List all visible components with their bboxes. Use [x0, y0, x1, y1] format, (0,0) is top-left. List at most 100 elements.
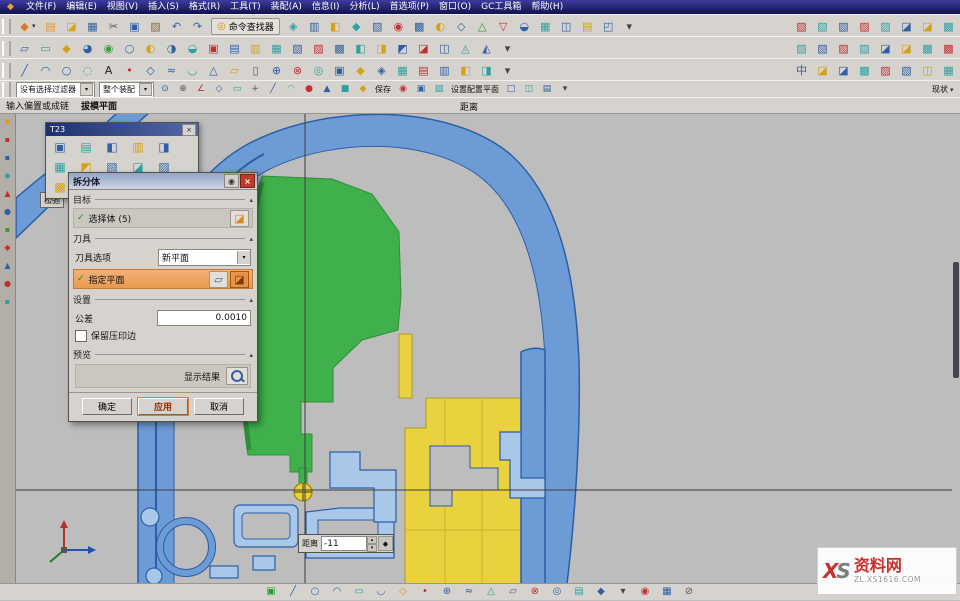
toolbar-icon[interactable]: ◪ [61, 16, 82, 36]
toolbar-icon[interactable]: ▧ [791, 38, 812, 58]
resource-bar-icon[interactable]: ◆ [1, 241, 15, 255]
toolbar-icon[interactable]: ○ [56, 60, 77, 80]
toolbar-icon[interactable]: ▥ [304, 16, 325, 36]
toolbar-icon[interactable]: ◎ [308, 60, 329, 80]
toolbar-icon[interactable]: ▦ [392, 60, 413, 80]
section-collapse-icon[interactable]: ▴ [249, 296, 253, 304]
cancel-button[interactable]: 取消 [194, 398, 244, 415]
toolbar-icon[interactable]: ◆ [56, 38, 77, 58]
toolbar-icon[interactable]: △ [203, 60, 224, 80]
dialog-options-icon[interactable]: ◉ [224, 174, 239, 188]
start-dropdown-arrow[interactable]: ▾ [32, 22, 40, 30]
toolbar-icon[interactable]: ▧ [791, 16, 812, 36]
resource-bar-icon[interactable]: ● [1, 205, 15, 219]
toolbar-icon[interactable]: ◐ [430, 16, 451, 36]
selection-bar-icon[interactable]: ▾ [556, 81, 574, 98]
toolbar-icon[interactable]: ◨ [476, 60, 497, 80]
menu-item[interactable]: 首选项(P) [385, 0, 434, 14]
toolbar-icon[interactable]: ▦ [535, 16, 556, 36]
snap-point-icon[interactable]: ▭ [228, 81, 246, 98]
resource-bar-icon[interactable]: ▪ [1, 295, 15, 309]
toolbar-icon[interactable]: ◌ [77, 60, 98, 80]
spinner-down-icon[interactable]: ▾ [367, 544, 377, 552]
toolbar-icon[interactable]: ◪ [917, 16, 938, 36]
menu-item[interactable]: 格式(R) [184, 0, 225, 14]
section-collapse-icon[interactable]: ▴ [249, 196, 253, 204]
toolbar-icon[interactable]: ◧ [325, 16, 346, 36]
keep-imprint-checkbox[interactable] [75, 330, 87, 342]
toolbar-icon[interactable]: ▤ [577, 16, 598, 36]
section-collapse-icon[interactable]: ▴ [249, 351, 253, 359]
section-collapse-icon[interactable]: ▴ [249, 235, 253, 243]
toolbar-icon[interactable]: ◪ [896, 16, 917, 36]
toolbar-icon[interactable]: ◧ [455, 60, 476, 80]
toolbar-grip[interactable] [2, 41, 11, 56]
toolbar-icon[interactable]: ▧ [812, 16, 833, 36]
model-small-boss[interactable] [146, 568, 162, 584]
ok-button[interactable]: 确定 [82, 398, 132, 415]
toolbar-icon[interactable]: ◰ [598, 16, 619, 36]
toolbar-icon[interactable]: ▨ [875, 16, 896, 36]
bottom-toolbar-icon[interactable]: ⊘ [678, 584, 700, 601]
resource-bar-icon[interactable]: ▪ [1, 151, 15, 165]
toolbar-icon[interactable]: ▣ [203, 38, 224, 58]
toolbar-icon[interactable]: ▯ [245, 60, 266, 80]
snap-point-icon[interactable]: ▲ [318, 81, 336, 98]
toolbar-icon[interactable]: ◠ [35, 60, 56, 80]
toolbar-icon[interactable]: ↶ [166, 16, 187, 36]
bottom-toolbar-icon[interactable]: ⊕ [436, 584, 458, 601]
snap-point-icon[interactable]: ⊕ [174, 81, 192, 98]
snap-point-icon[interactable]: + [246, 81, 264, 98]
toolbar-icon[interactable]: ▱ [14, 38, 35, 58]
bottom-toolbar-icon[interactable]: ▦ [656, 584, 678, 601]
toolbar-icon[interactable]: 中 [791, 60, 812, 80]
toolbar-icon[interactable]: ◫ [434, 38, 455, 58]
show-result-button[interactable] [226, 367, 248, 385]
toolbar-icon[interactable]: ▧ [896, 60, 917, 80]
toolbar-icon[interactable]: ▨ [145, 16, 166, 36]
bottom-toolbar-icon[interactable]: ▱ [502, 584, 524, 601]
toolbar-icon[interactable]: ▦ [266, 38, 287, 58]
menu-item[interactable]: 视图(V) [102, 0, 143, 14]
close-icon[interactable]: × [182, 124, 196, 136]
bottom-toolbar-icon[interactable]: ▣ [260, 584, 282, 601]
toolbar-icon[interactable]: ◭ [476, 38, 497, 58]
bottom-toolbar-icon[interactable]: • [414, 584, 436, 601]
apply-button[interactable]: 应用 [138, 398, 188, 415]
toolbar-icon[interactable]: ▩ [938, 16, 959, 36]
resource-bar-icon[interactable]: ▲ [1, 259, 15, 273]
toolbar-icon[interactable]: ◩ [392, 38, 413, 58]
bottom-toolbar-icon[interactable]: ◇ [392, 584, 414, 601]
toolbar-icon[interactable]: ▾ [497, 38, 518, 58]
resource-bar-icon[interactable]: ▪ [1, 223, 15, 237]
snap-point-icon[interactable]: ◠ [282, 81, 300, 98]
selection-bar-icon[interactable]: ▤ [538, 81, 556, 98]
toolbar-icon[interactable]: ▦ [82, 16, 103, 36]
toolbar-icon[interactable]: ◡ [182, 60, 203, 80]
toolbar-icon[interactable]: ◪ [875, 38, 896, 58]
toolbar-icon[interactable]: ◪ [896, 38, 917, 58]
toolbar-icon[interactable]: ▾ [497, 60, 518, 80]
toolbar-icon[interactable]: ◈ [371, 60, 392, 80]
toolbar-icon[interactable]: ▨ [875, 60, 896, 80]
specify-plane-row[interactable]: ✓ 指定平面 ▱ ◪ [73, 269, 253, 289]
command-finder-button[interactable]: ◎ 命令查找器 [211, 18, 280, 35]
toolbar-icon[interactable]: ◉ [98, 38, 119, 58]
floating-toolbar-titlebar[interactable]: T23 × [46, 123, 198, 136]
toolbar-icon[interactable]: ◪ [833, 60, 854, 80]
model-bracket-pocket[interactable] [242, 513, 290, 539]
toolbar-icon[interactable]: ◇ [140, 60, 161, 80]
selection-filter-combo[interactable]: 没有选择过滤器 ▾ [16, 82, 95, 98]
save-section-label[interactable]: 保存 [375, 84, 391, 95]
toolbar-icon[interactable]: ◨ [371, 38, 392, 58]
snap-point-icon[interactable]: ⊙ [156, 81, 174, 98]
plane-dialog-icon[interactable]: ◪ [230, 271, 249, 288]
menu-item[interactable]: 工具(T) [225, 0, 266, 14]
snap-point-icon[interactable]: ╱ [264, 81, 282, 98]
toolbar-icon[interactable]: ◕ [77, 38, 98, 58]
toolbar-icon[interactable]: • [119, 60, 140, 80]
selection-bar-icon[interactable]: ◉ [394, 81, 412, 98]
toolbar-icon[interactable]: ◪ [812, 60, 833, 80]
right-scrollbar-thumb[interactable] [953, 262, 959, 378]
tolerance-input[interactable]: 0.0010 [157, 310, 251, 326]
